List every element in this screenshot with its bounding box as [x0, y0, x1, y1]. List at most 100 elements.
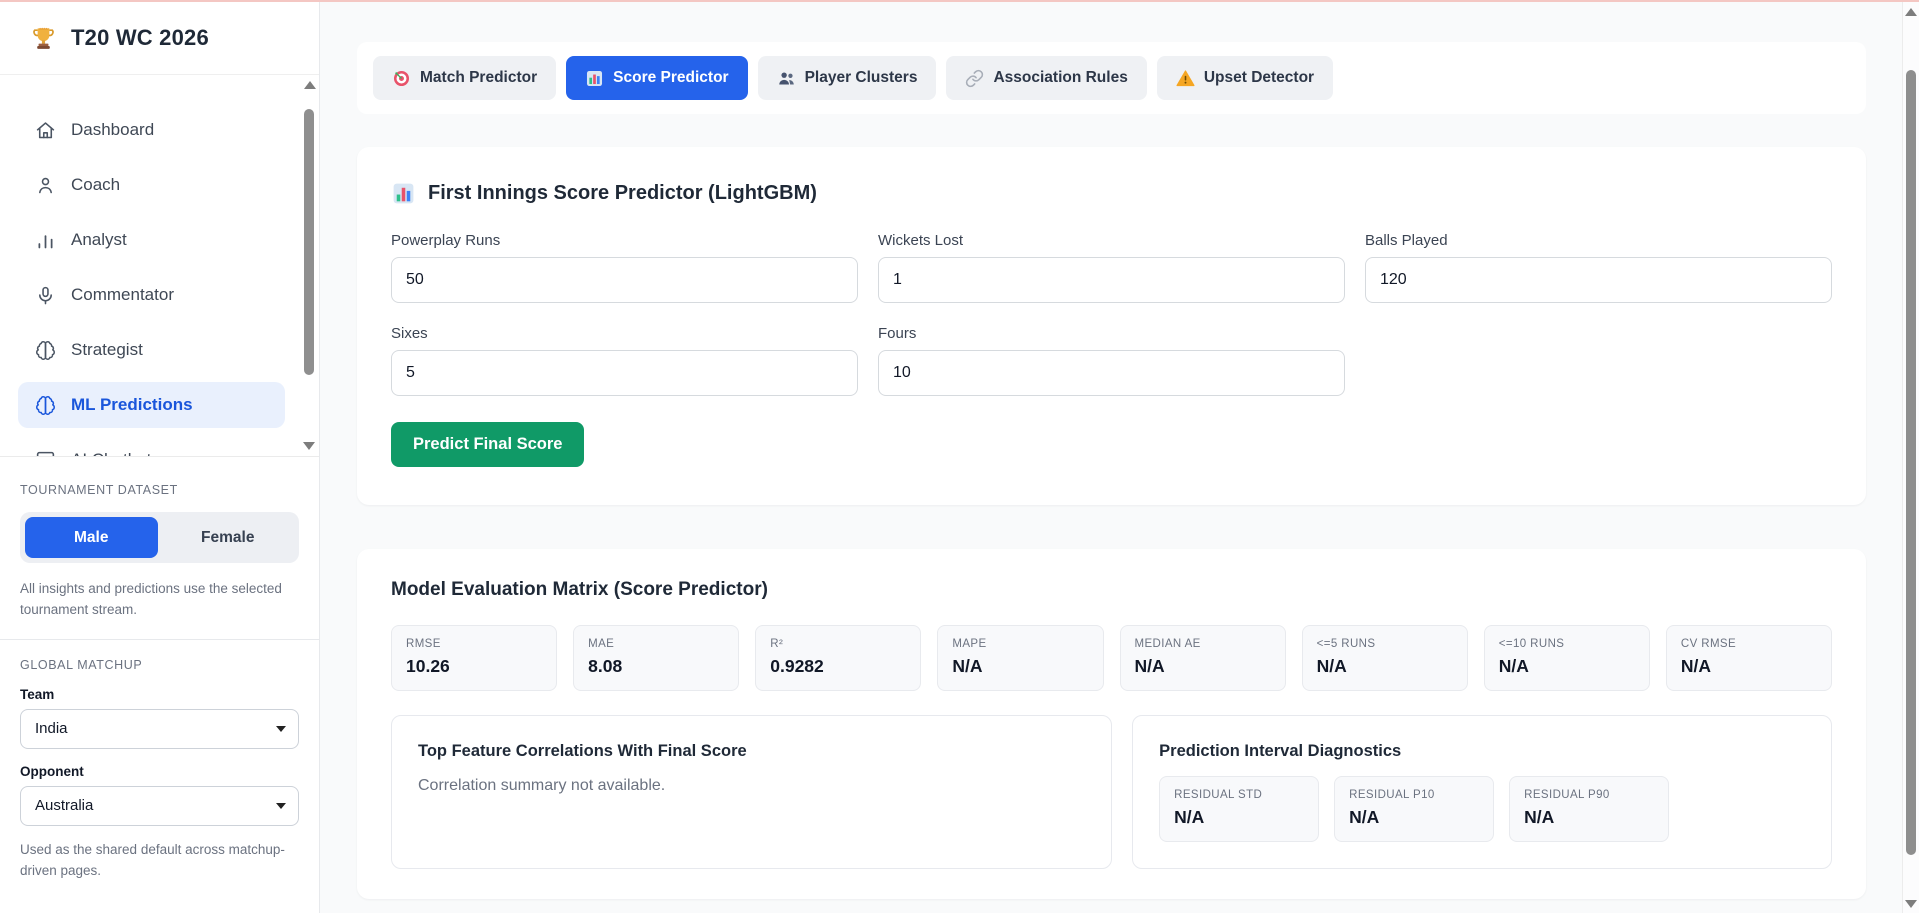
wickets-lost-label: Wickets Lost: [878, 232, 1345, 249]
metric-value: N/A: [952, 656, 1088, 677]
metric-median-ae: MEDIAN AE N/A: [1120, 625, 1286, 691]
metric-label: RESIDUAL STD: [1174, 789, 1304, 801]
sidebar: T20 WC 2026 Dashboard Coach Analyst Comm…: [0, 2, 320, 913]
metric-label: MAPE: [952, 638, 1088, 650]
metrics-row: RMSE 10.26 MAE 8.08 R² 0.9282 MAPE N/A M…: [391, 625, 1832, 691]
metric-value: N/A: [1499, 656, 1635, 677]
tab-label: Match Predictor: [420, 69, 537, 87]
sidebar-item-ai-chatbot[interactable]: AI Chatbot: [18, 437, 285, 457]
target-icon: [392, 69, 411, 88]
powerplay-runs-input[interactable]: [391, 257, 858, 303]
tab-upset-detector[interactable]: Upset Detector: [1157, 56, 1333, 100]
sidebar-item-label: Strategist: [71, 340, 143, 360]
scroll-up-arrow-icon[interactable]: [1905, 8, 1917, 16]
metric-within-10-runs: <=10 RUNS N/A: [1484, 625, 1650, 691]
balls-played-input[interactable]: [1365, 257, 1832, 303]
scroll-down-arrow-icon[interactable]: [1905, 900, 1917, 908]
metric-value: N/A: [1135, 656, 1271, 677]
tab-association-rules[interactable]: Association Rules: [946, 56, 1146, 100]
metric-residual-p10: RESIDUAL P10 N/A: [1334, 776, 1494, 842]
fours-field: Fours: [878, 325, 1345, 396]
metric-label: <=5 RUNS: [1317, 638, 1453, 650]
metric-value: 8.08: [588, 656, 724, 677]
app-title: T20 WC 2026: [71, 25, 209, 51]
sidebar-item-label: Coach: [71, 175, 120, 195]
team-select[interactable]: India: [20, 709, 299, 749]
tab-label: Score Predictor: [613, 69, 728, 87]
metric-value: N/A: [1317, 656, 1453, 677]
fours-input[interactable]: [878, 350, 1345, 396]
female-toggle-button[interactable]: Female: [162, 517, 295, 558]
metric-value: 0.9282: [770, 656, 906, 677]
global-matchup-note: Used as the shared default across matchu…: [20, 840, 299, 882]
sidebar-item-analyst[interactable]: Analyst: [18, 217, 285, 263]
global-matchup-heading: GLOBAL MATCHUP: [20, 658, 299, 672]
sidebar-item-label: Analyst: [71, 230, 127, 250]
metric-value: N/A: [1681, 656, 1817, 677]
brain-icon: [34, 394, 56, 416]
microphone-icon: [34, 284, 56, 306]
brain-icon: [34, 339, 56, 361]
diagnostics-title: Prediction Interval Diagnostics: [1159, 742, 1805, 761]
tab-match-predictor[interactable]: Match Predictor: [373, 56, 556, 100]
fours-label: Fours: [878, 325, 1345, 342]
app-brand: T20 WC 2026: [0, 2, 319, 75]
trophy-icon: [30, 25, 57, 52]
metric-value: N/A: [1349, 807, 1479, 828]
bar-chart-emoji-icon: [391, 181, 416, 206]
metric-residual-p90: RESIDUAL P90 N/A: [1509, 776, 1669, 842]
sidebar-item-coach[interactable]: Coach: [18, 162, 285, 208]
feature-correlations-panel: Top Feature Correlations With Final Scor…: [391, 715, 1112, 869]
sidebar-item-dashboard[interactable]: Dashboard: [18, 107, 285, 153]
users-icon: [777, 69, 796, 88]
metric-label: RMSE: [406, 638, 542, 650]
chevron-down-icon: [276, 803, 286, 809]
tournament-dataset-heading: TOURNAMENT DATASET: [20, 483, 299, 497]
balls-played-label: Balls Played: [1365, 232, 1832, 249]
sidebar-item-label: AI Chatbot: [71, 450, 151, 457]
sidebar-item-ml-predictions[interactable]: ML Predictions: [18, 382, 285, 428]
sixes-label: Sixes: [391, 325, 858, 342]
sidebar-item-commentator[interactable]: Commentator: [18, 272, 285, 318]
tab-player-clusters[interactable]: Player Clusters: [758, 56, 937, 100]
team-label: Team: [20, 687, 299, 702]
score-predictor-card: First Innings Score Predictor (LightGBM)…: [357, 147, 1866, 505]
metric-residual-std: RESIDUAL STD N/A: [1159, 776, 1319, 842]
metric-value: N/A: [1174, 807, 1304, 828]
sidebar-item-strategist[interactable]: Strategist: [18, 327, 285, 373]
sidebar-item-label: Commentator: [71, 285, 174, 305]
metric-label: RESIDUAL P90: [1524, 789, 1654, 801]
window-scrollbar[interactable]: [1902, 2, 1919, 913]
scroll-up-arrow-icon[interactable]: [304, 81, 316, 89]
sidebar-scrollbar[interactable]: [302, 81, 317, 450]
tab-score-predictor[interactable]: Score Predictor: [566, 56, 747, 100]
metric-cv-rmse: CV RMSE N/A: [1666, 625, 1832, 691]
metric-r2: R² 0.9282: [755, 625, 921, 691]
opponent-select[interactable]: Australia: [20, 786, 299, 826]
correlations-empty-message: Correlation summary not available.: [418, 777, 1085, 795]
chat-icon: [34, 449, 56, 457]
metric-rmse: RMSE 10.26: [391, 625, 557, 691]
male-toggle-button[interactable]: Male: [25, 517, 158, 558]
sidebar-scrollbar-thumb[interactable]: [304, 109, 314, 375]
metric-value: N/A: [1524, 807, 1654, 828]
metric-mae: MAE 8.08: [573, 625, 739, 691]
opponent-label: Opponent: [20, 764, 299, 779]
metric-value: 10.26: [406, 656, 542, 677]
metric-label: CV RMSE: [1681, 638, 1817, 650]
balls-played-field: Balls Played: [1365, 232, 1832, 303]
bar-chart-icon: [34, 229, 56, 251]
home-icon: [34, 119, 56, 141]
evaluation-subpanels: Top Feature Correlations With Final Scor…: [391, 715, 1832, 869]
user-icon: [34, 174, 56, 196]
window-scrollbar-thumb[interactable]: [1906, 70, 1916, 855]
tournament-dataset-description: All insights and predictions use the sel…: [20, 579, 299, 621]
wickets-lost-input[interactable]: [878, 257, 1345, 303]
predictor-card-title-text: First Innings Score Predictor (LightGBM): [428, 182, 817, 205]
sixes-input[interactable]: [391, 350, 858, 396]
metric-label: MAE: [588, 638, 724, 650]
scroll-down-arrow-icon[interactable]: [303, 442, 315, 450]
gender-toggle: Male Female: [20, 512, 299, 563]
sidebar-nav: Dashboard Coach Analyst Commentator Stra…: [0, 75, 319, 457]
predict-final-score-button[interactable]: Predict Final Score: [391, 422, 584, 467]
